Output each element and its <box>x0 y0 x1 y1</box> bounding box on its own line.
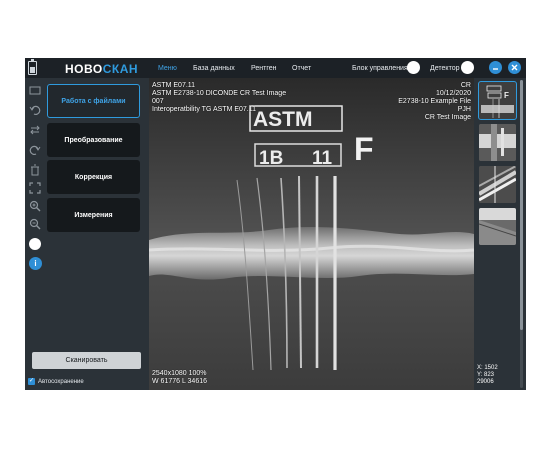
undo-icon[interactable] <box>29 104 41 116</box>
thumbnail-1[interactable]: F <box>478 81 517 120</box>
image-text-11: 11 <box>312 148 333 169</box>
image-text-f: F <box>354 131 374 167</box>
overlay-tl-line-2: ASTM E2738-10 DICONDE CR Test Image <box>152 90 287 97</box>
nav-xray[interactable]: Рентген <box>251 65 276 72</box>
xray-viewer[interactable]: ASTM 1B 11 F ASTM E07.11 ASTM E2738-10 D… <box>149 78 474 390</box>
control-unit-toggle[interactable] <box>407 61 420 74</box>
autosave-label: Автосохранение <box>38 378 84 385</box>
tool-toggle[interactable] <box>29 238 41 250</box>
top-bar: НОВОСКАН Меню База данных Рентген Отчет … <box>25 58 526 78</box>
app-window: НОВОСКАН Меню База данных Рентген Отчет … <box>25 58 526 390</box>
thumbnail-scrollbar[interactable] <box>520 80 523 388</box>
nav-report[interactable]: Отчет <box>292 65 311 72</box>
app-logo: НОВОСКАН <box>65 62 138 76</box>
menu-measure-button[interactable]: Измерения <box>47 198 140 232</box>
thumbnail-3[interactable] <box>479 166 516 203</box>
cursor-y: Y: 823 <box>477 372 495 378</box>
control-unit-label: Блок управления <box>352 65 408 72</box>
overlay-tl-line-1: ASTM E07.11 <box>152 82 196 89</box>
zoom-in-icon[interactable] <box>29 200 41 212</box>
close-icon[interactable] <box>508 61 521 74</box>
svg-text:F: F <box>504 91 509 100</box>
menu-correction-button[interactable]: Коррекция <box>47 160 140 194</box>
overlay-tr-line-4: PJH <box>457 106 471 113</box>
overlay-bottom-left: 2540x1080 100% W 61776 L 34616 <box>152 370 207 386</box>
detector-toggle[interactable] <box>461 61 474 74</box>
overlay-resolution: 2540x1080 100% <box>152 370 207 377</box>
detector-label: Детектор <box>430 65 460 72</box>
overlay-tr-line-1: CR <box>460 82 471 89</box>
info-icon[interactable]: i <box>29 257 42 270</box>
nav-menu[interactable]: Меню <box>158 65 177 72</box>
overlay-top-right: CR 10/12/2020 E2738-10 Example File PJH … <box>398 82 471 122</box>
cursor-x: X: 1502 <box>477 365 498 371</box>
menu-files-button[interactable]: Работа с файлами <box>47 84 140 118</box>
image-text-1b: 1B <box>259 148 283 169</box>
logo-part-1: НОВО <box>65 62 103 76</box>
trash-icon[interactable] <box>29 164 41 176</box>
folder-icon[interactable] <box>29 84 41 96</box>
menu-transform-button[interactable]: Преобразование <box>47 123 140 157</box>
overlay-tr-line-2: 10/12/2020 <box>435 90 471 97</box>
scrollbar-thumb[interactable] <box>520 80 523 330</box>
autosave-option[interactable]: ✓ Автосохранение <box>28 378 84 385</box>
thumbnail-4[interactable] <box>479 208 516 245</box>
fullscreen-icon[interactable] <box>29 182 41 194</box>
overlay-tl-line-4: Interoperatbility TG ASTM E07.11 <box>152 106 257 113</box>
thumbnail-panel: F <box>474 78 526 390</box>
autosave-checkbox[interactable]: ✓ <box>28 378 35 385</box>
scan-button[interactable]: Сканировать <box>32 352 141 369</box>
xray-image: ASTM 1B 11 F <box>149 78 474 390</box>
logo-part-2: СКАН <box>102 62 139 76</box>
nav-database[interactable]: База данных <box>193 65 235 72</box>
overlay-tr-line-5: CR Test Image <box>424 114 471 121</box>
overlay-tr-line-3: E2738-10 Example File <box>398 98 471 105</box>
minimize-icon[interactable] <box>489 61 502 74</box>
battery-icon <box>28 59 37 75</box>
overlay-top-left: ASTM E07.11 ASTM E2738-10 DICONDE CR Tes… <box>152 82 286 114</box>
cursor-value: 29006 <box>477 379 494 385</box>
thumbnail-2[interactable] <box>479 124 516 161</box>
flip-icon[interactable] <box>29 124 41 136</box>
overlay-tl-line-3: 007 <box>152 98 164 105</box>
zoom-out-icon[interactable] <box>29 218 41 230</box>
redo-icon[interactable] <box>29 144 41 156</box>
overlay-window-level: W 61776 L 34616 <box>152 378 208 385</box>
